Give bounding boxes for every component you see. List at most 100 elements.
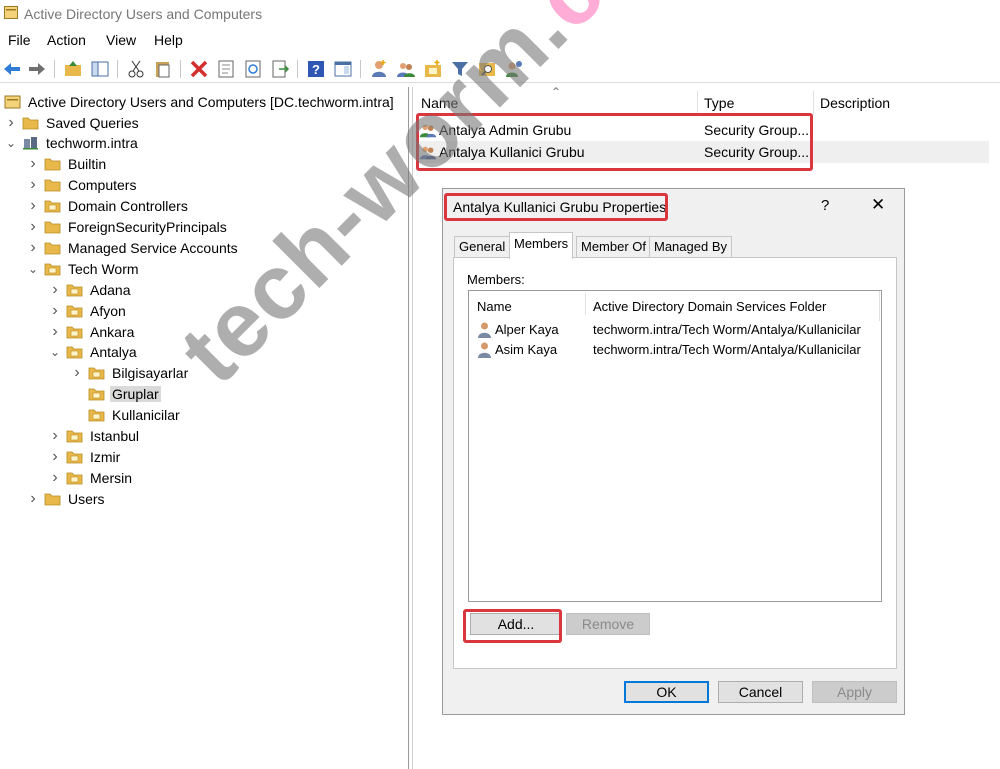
close-button[interactable]: ✕ [871, 195, 885, 215]
tree-item[interactable]: ⌄ Tech Worm [26, 258, 141, 279]
delete-icon[interactable] [189, 59, 209, 79]
tree-item-label: Afyon [90, 302, 126, 319]
chevron-right-icon[interactable]: › [26, 155, 40, 173]
add-to-group-icon[interactable] [504, 59, 524, 79]
chevron-right-icon[interactable]: › [4, 114, 18, 132]
help-icon[interactable]: ? [306, 59, 326, 79]
remove-button[interactable]: Remove [566, 613, 650, 635]
menu-view[interactable]: View [106, 32, 136, 48]
highlight-add-button [463, 609, 562, 643]
export-icon[interactable] [270, 59, 290, 79]
ou-folder-icon [66, 472, 83, 485]
tree-item[interactable]: Kullanicilar [70, 405, 182, 426]
chevron-right-icon[interactable]: › [48, 281, 62, 299]
tree-item[interactable]: › Computers [26, 175, 138, 196]
tree-item-label: Ankara [90, 323, 135, 340]
chevron-right-icon[interactable]: › [26, 218, 40, 236]
menu-help[interactable]: Help [154, 32, 183, 48]
help-button[interactable]: ? [821, 197, 829, 214]
chevron-down-icon[interactable]: ⌄ [26, 262, 40, 276]
show-tree-icon[interactable] [90, 59, 110, 79]
chevron-right-icon[interactable]: › [48, 323, 62, 341]
chevron-down-icon[interactable]: ⌄ [4, 136, 18, 150]
window-title: Active Directory Users and Computers [24, 6, 263, 22]
tree-item[interactable]: › ForeignSecurityPrincipals [26, 217, 229, 238]
tab-general[interactable]: General [454, 236, 511, 258]
tree-item-label: Domain Controllers [68, 198, 188, 215]
column-description[interactable]: Description [820, 95, 890, 111]
cut-icon[interactable] [126, 59, 146, 79]
tree-item-label: ForeignSecurityPrincipals [68, 219, 227, 235]
members-column-folder[interactable]: Active Directory Domain Services Folder [593, 299, 826, 314]
tree-item-label: Izmir [90, 448, 121, 465]
apply-button[interactable]: Apply [812, 681, 897, 703]
title-bar: Active Directory Users and Computers [0, 0, 1000, 28]
tree-item[interactable]: › Domain Controllers [26, 196, 190, 217]
members-list[interactable]: Name Active Directory Domain Services Fo… [468, 290, 882, 602]
member-row[interactable]: Asim Kaya techworm.intra/Tech Worm/Antal… [475, 340, 875, 360]
folder-icon [44, 493, 61, 506]
tree-item-label: Kullanicilar [112, 407, 180, 424]
ou-folder-icon [88, 409, 105, 422]
tree-item[interactable]: › Builtin [26, 154, 108, 175]
tree-item[interactable]: › Managed Service Accounts [26, 237, 240, 258]
paste-icon[interactable] [153, 59, 173, 79]
refresh-icon[interactable] [243, 59, 263, 79]
user-icon [478, 322, 491, 338]
menu-action[interactable]: Action [47, 32, 86, 48]
tab-members[interactable]: Members [509, 232, 574, 259]
tree-item[interactable]: › Afyon [48, 300, 128, 321]
properties-icon[interactable] [216, 59, 236, 79]
forward-icon[interactable] [27, 59, 47, 79]
tree-item[interactable]: › Ankara [48, 321, 136, 342]
tree-item[interactable]: Gruplar [70, 384, 161, 405]
tree-item[interactable]: › Saved Queries [4, 112, 141, 133]
tree-item-label: Gruplar [110, 386, 161, 403]
console-icon[interactable] [333, 59, 353, 79]
tab-managed-by[interactable]: Managed By [649, 236, 732, 258]
properties-dialog: Antalya Kullanici Grubu Properties ? ✕ G… [442, 188, 905, 715]
new-user-icon[interactable] [369, 59, 389, 79]
chevron-right-icon[interactable]: › [26, 490, 40, 508]
domain-icon [23, 137, 38, 150]
console-tree: Active Directory Users and Computers [DC… [0, 87, 409, 769]
tree-root[interactable]: Active Directory Users and Computers [DC… [4, 91, 396, 112]
chevron-right-icon[interactable]: › [26, 176, 40, 194]
column-name[interactable]: Name [421, 95, 458, 111]
menu-file[interactable]: File [8, 32, 31, 48]
tree-item[interactable]: › Bilgisayarlar [70, 363, 190, 384]
tree-item[interactable]: ⌄ Antalya [48, 342, 139, 363]
new-ou-icon[interactable] [423, 59, 443, 79]
chevron-down-icon[interactable]: ⌄ [48, 345, 62, 359]
ou-folder-icon [66, 326, 83, 338]
tree-item[interactable]: › Istanbul [48, 426, 141, 447]
chevron-right-icon[interactable]: › [26, 239, 40, 257]
up-folder-icon[interactable] [63, 59, 83, 79]
tab-member-of[interactable]: Member Of [576, 236, 652, 258]
ok-button[interactable]: OK [624, 681, 709, 703]
column-type[interactable]: Type [704, 95, 734, 111]
chevron-right-icon[interactable]: › [48, 448, 62, 466]
tree-item[interactable]: › Users [26, 488, 107, 509]
chevron-right-icon[interactable]: › [70, 364, 84, 382]
folder-icon [22, 117, 39, 129]
back-icon[interactable] [2, 59, 22, 79]
members-column-name[interactable]: Name [477, 299, 512, 314]
find-icon[interactable] [477, 59, 497, 79]
tree-item[interactable]: › Adana [48, 279, 132, 300]
tree-item-label: techworm.intra [46, 135, 138, 152]
new-group-icon[interactable] [396, 59, 416, 79]
chevron-right-icon[interactable]: › [48, 302, 62, 320]
filter-icon[interactable] [450, 59, 470, 79]
chevron-right-icon[interactable]: › [48, 469, 62, 487]
tree-item[interactable]: › Izmir [48, 446, 122, 467]
folder-icon [44, 158, 61, 171]
cancel-button[interactable]: Cancel [718, 681, 803, 703]
tree-item[interactable]: › Mersin [48, 467, 134, 488]
chevron-right-icon[interactable]: › [48, 427, 62, 445]
tree-item-label: Tech Worm [68, 260, 139, 277]
member-row[interactable]: Alper Kaya techworm.intra/Tech Worm/Anta… [475, 320, 875, 340]
tree-item[interactable]: ⌄ techworm.intra [4, 133, 140, 154]
member-folder: techworm.intra/Tech Worm/Antalya/Kullani… [593, 322, 861, 337]
chevron-right-icon[interactable]: › [26, 197, 40, 215]
